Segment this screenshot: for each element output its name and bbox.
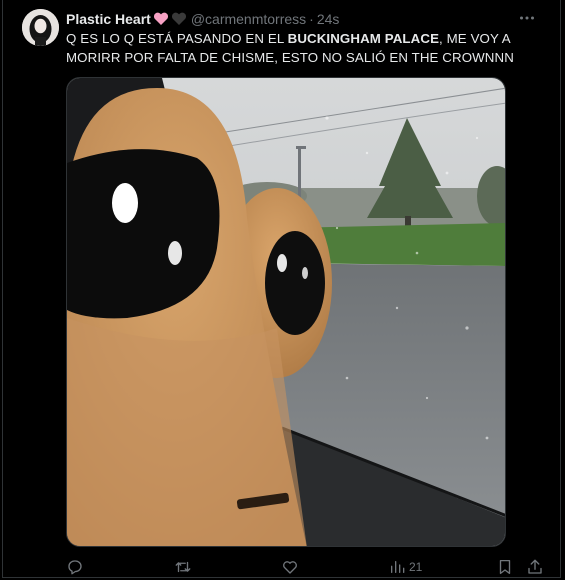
- retweet-icon: [174, 558, 192, 576]
- tweet-text: Q ES LO Q ESTÁ PASANDO EN EL BUCKINGHAM …: [66, 30, 546, 67]
- tweet-text-bold: BUCKINGHAM PALACE: [287, 31, 440, 46]
- black-heart-emoji: [171, 12, 187, 26]
- tweet-text-start: Q ES LO Q ESTÁ PASANDO EN EL: [66, 31, 288, 46]
- user-handle[interactable]: @carmenmtorress: [191, 11, 306, 27]
- views-count: 21: [409, 560, 423, 574]
- separator-dot: ·: [309, 11, 314, 27]
- reply-icon: [66, 558, 84, 576]
- bookmark-button[interactable]: [496, 557, 514, 577]
- tweet-actions: 21: [66, 557, 554, 577]
- bookmark-icon: [496, 558, 514, 576]
- pink-heart-emoji: [153, 12, 169, 26]
- timestamp[interactable]: 24s: [317, 11, 340, 27]
- tweet-photo[interactable]: [66, 77, 506, 547]
- more-options-icon[interactable]: [516, 8, 538, 28]
- tweet-card[interactable]: Plastic Heart @carmenmtorress · 24s Q ES…: [2, 0, 561, 578]
- views-button[interactable]: 21: [389, 557, 422, 577]
- like-button[interactable]: [281, 557, 299, 577]
- display-name[interactable]: Plastic Heart: [66, 11, 151, 27]
- avatar[interactable]: [22, 9, 59, 46]
- views-icon: [389, 559, 405, 575]
- share-icon: [526, 558, 544, 576]
- like-icon: [281, 558, 299, 576]
- reply-button[interactable]: [66, 557, 84, 577]
- share-button[interactable]: [526, 557, 544, 577]
- retweet-button[interactable]: [174, 557, 192, 577]
- tweet-header: Plastic Heart @carmenmtorress · 24s: [66, 10, 339, 28]
